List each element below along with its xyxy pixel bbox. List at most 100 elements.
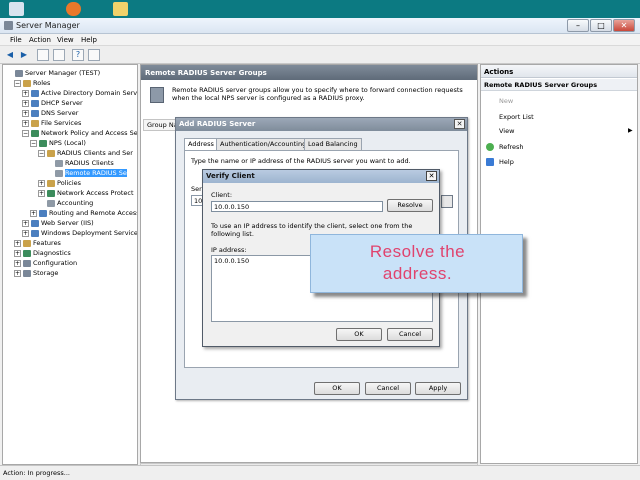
tree-expander-icon[interactable]: −: [22, 129, 29, 137]
minimize-button[interactable]: –: [567, 19, 589, 32]
close-button[interactable]: ✕: [613, 19, 635, 32]
tree-expander-icon[interactable]: +: [22, 229, 29, 237]
window-title: Server Manager: [16, 21, 80, 30]
tree-item[interactable]: + File Services: [22, 119, 81, 129]
ok-button[interactable]: OK: [336, 328, 382, 341]
tree-item[interactable]: + Configuration: [14, 259, 77, 269]
tree-expander-icon[interactable]: +: [22, 99, 29, 107]
resolve-button[interactable]: Resolve: [387, 199, 433, 212]
tree-item[interactable]: + Network Access Protect: [38, 189, 134, 199]
tree-node-icon: [23, 79, 31, 87]
cancel-button[interactable]: Cancel: [387, 328, 433, 341]
tree-expander-icon[interactable]: +: [22, 119, 29, 127]
tree-item[interactable]: RADIUS Clients: [46, 159, 114, 169]
ok-button[interactable]: OK: [314, 382, 360, 395]
show-hide-tree-icon[interactable]: [53, 49, 65, 61]
browser-icon[interactable]: [66, 2, 81, 16]
maximize-button[interactable]: □: [590, 19, 612, 32]
tree-node-icon: [31, 99, 39, 107]
close-icon[interactable]: ✕: [454, 119, 465, 129]
tree-item[interactable]: Remote RADIUS Se: [46, 169, 127, 179]
tree-item[interactable]: − RADIUS Clients and Ser: [38, 149, 133, 159]
client-input[interactable]: 10.0.0.150: [211, 201, 383, 212]
tree-item[interactable]: + Storage: [14, 269, 58, 279]
action-refresh[interactable]: Refresh: [499, 143, 524, 151]
menu-bar: File Action View Help: [0, 34, 640, 46]
tree-expander-icon[interactable]: −: [38, 149, 45, 157]
actions-subheader[interactable]: Remote RADIUS Server Groups: [481, 79, 637, 91]
close-icon[interactable]: ✕: [426, 171, 437, 181]
folder-icon[interactable]: [113, 2, 128, 16]
tree-item[interactable]: − Roles: [14, 79, 50, 89]
action-help[interactable]: Help: [499, 158, 514, 166]
tree-expander-icon[interactable]: +: [22, 109, 29, 117]
tab-load-balancing[interactable]: Load Balancing: [304, 138, 362, 150]
tree-node-icon: [31, 229, 39, 237]
status-text: Action: In progress...: [3, 469, 70, 477]
callout-line: Resolve the: [369, 242, 466, 261]
tree-expander-icon[interactable]: +: [14, 269, 21, 277]
tree-label: DHCP Server: [41, 99, 83, 107]
tree-expander-icon[interactable]: +: [22, 219, 29, 227]
tree-item[interactable]: Accounting: [38, 199, 93, 209]
tree-label: Accounting: [57, 199, 94, 207]
tree-expander-icon[interactable]: +: [22, 89, 29, 97]
tree-expander-icon[interactable]: +: [14, 249, 21, 257]
tree-node-icon: [31, 119, 39, 127]
tree-item[interactable]: + Features: [14, 239, 61, 249]
tree-label: Windows Deployment Services: [41, 229, 138, 237]
back-arrow-icon[interactable]: ◀: [4, 49, 16, 61]
list-item[interactable]: 10.0.0.150: [214, 257, 249, 265]
tree-expander-icon[interactable]: +: [38, 189, 45, 197]
tree-item[interactable]: + Routing and Remote Access: [30, 209, 138, 219]
tree-label: Remote RADIUS Se: [65, 169, 127, 177]
forward-arrow-icon[interactable]: ▶: [18, 49, 30, 61]
tree-expander-icon[interactable]: +: [14, 239, 21, 247]
tree-item[interactable]: + Policies: [38, 179, 81, 189]
properties-icon[interactable]: [88, 49, 100, 61]
menu-action[interactable]: Action: [29, 36, 51, 44]
action-new: New: [499, 97, 514, 105]
tree-item[interactable]: − Network Policy and Access Ser: [22, 129, 137, 139]
tree-expander-icon[interactable]: +: [38, 179, 45, 187]
verify-button[interactable]: [441, 195, 453, 208]
server-group-icon: [150, 87, 164, 103]
tree-expander-icon[interactable]: +: [14, 259, 21, 267]
menu-help[interactable]: Help: [81, 36, 97, 44]
tree-node-icon: [31, 109, 39, 117]
server-manager-icon[interactable]: [9, 2, 24, 16]
help-icon[interactable]: ?: [72, 49, 84, 61]
tree-label: Diagnostics: [33, 249, 71, 257]
menu-view[interactable]: View: [57, 36, 74, 44]
tree-label: DNS Server: [41, 109, 79, 117]
tree-item[interactable]: + Windows Deployment Services: [22, 229, 138, 239]
action-view[interactable]: View: [499, 127, 514, 135]
tab-authentication-accounting[interactable]: Authentication/Accounting: [216, 138, 311, 150]
tree-item[interactable]: + Diagnostics: [14, 249, 71, 259]
callout-text: Resolve the address.: [311, 241, 524, 285]
tree-node-icon: [23, 259, 31, 267]
tree-node-icon: [55, 159, 63, 167]
submenu-arrow-icon: ▶: [628, 127, 633, 134]
tree-node-icon: [23, 239, 31, 247]
menu-file[interactable]: File: [10, 36, 22, 44]
tree-expander-icon[interactable]: +: [30, 209, 37, 217]
tree-item[interactable]: Server Manager (TEST): [6, 69, 100, 79]
tree-node-icon: [47, 199, 55, 207]
tree-item[interactable]: + DHCP Server: [22, 99, 83, 109]
tree-item[interactable]: + Web Server (IIS): [22, 219, 94, 229]
tree-expander-icon[interactable]: −: [30, 139, 37, 147]
tree-item[interactable]: + DNS Server: [22, 109, 78, 119]
tree-node-icon: [47, 189, 55, 197]
action-export-list[interactable]: Export List: [499, 113, 534, 121]
up-folder-icon[interactable]: [37, 49, 49, 61]
tree-label: Routing and Remote Access: [49, 209, 138, 217]
callout-line: address.: [382, 264, 453, 283]
cancel-button[interactable]: Cancel: [365, 382, 411, 395]
tree-node-icon: [31, 219, 39, 227]
tree-expander-icon[interactable]: −: [14, 79, 21, 87]
tree-item[interactable]: − NPS (Local): [30, 139, 86, 149]
tree-node-icon: [31, 89, 39, 97]
apply-button[interactable]: Apply: [415, 382, 461, 395]
tree-item[interactable]: + Active Directory Domain Servic: [22, 89, 137, 99]
